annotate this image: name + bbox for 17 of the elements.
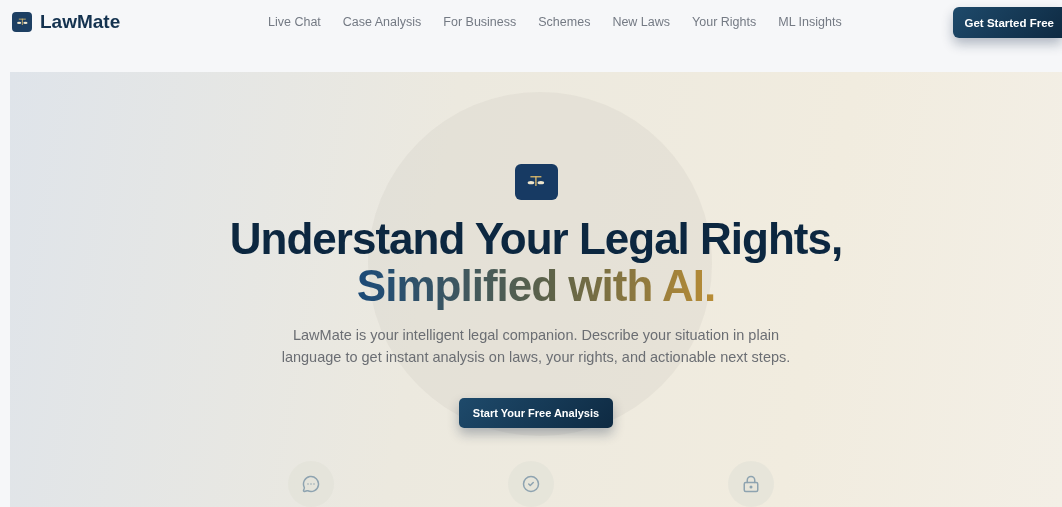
nav-link[interactable]: Case Analysis: [342, 15, 422, 29]
nav-link[interactable]: New Laws: [612, 15, 671, 29]
start-analysis-button[interactable]: Start Your Free Analysis: [458, 397, 614, 428]
scales-icon: [514, 164, 558, 200]
nav-link[interactable]: Live Chat: [268, 15, 321, 29]
hero-description: LawMate is your intelligent legal companion. Describe your situation in plain language to get instant analysis on laws, your rights, and actionable next steps.: [280, 325, 792, 367]
chat-icon: [302, 475, 320, 493]
check-circle-icon: [522, 475, 540, 493]
hero-heading: Understand Your Legal Rights,: [229, 215, 843, 262]
brand-name: LawMate: [40, 11, 121, 33]
get-started-button[interactable]: Get Started Free: [952, 7, 1062, 38]
nav-link[interactable]: Schemes: [538, 15, 591, 29]
lock-icon: [742, 475, 760, 493]
nav-link[interactable]: Your Rights: [692, 15, 757, 29]
nav-link[interactable]: ML Insights: [778, 15, 842, 29]
nav-link[interactable]: For Business: [443, 15, 517, 29]
logo-icon: [12, 12, 32, 32]
